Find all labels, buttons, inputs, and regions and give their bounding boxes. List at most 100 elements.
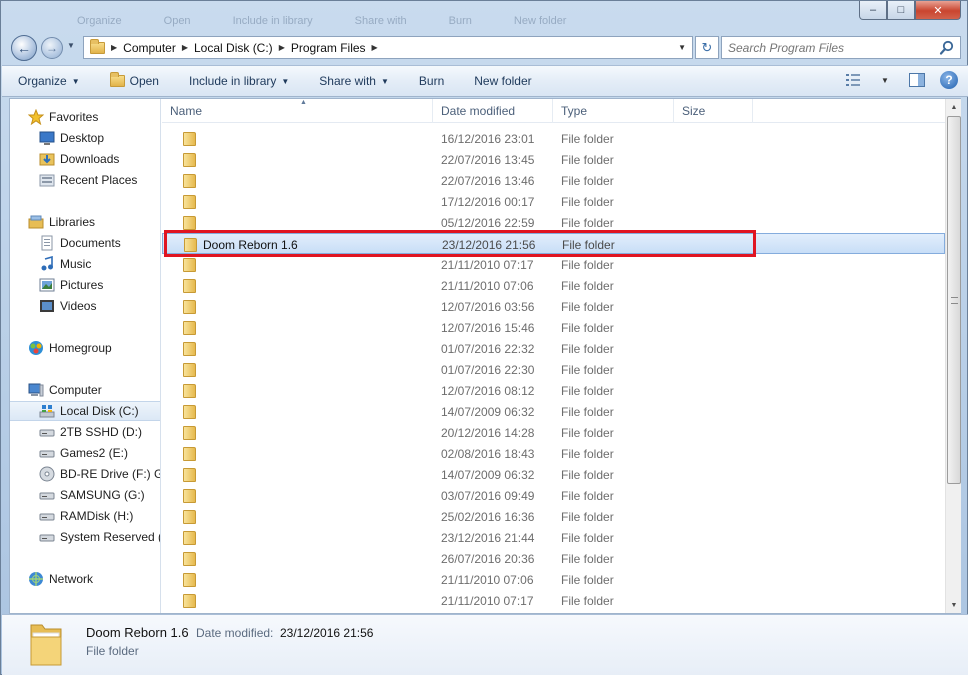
scroll-thumb[interactable]	[947, 116, 961, 484]
file-type: File folder	[561, 321, 614, 335]
sidebar-item-network[interactable]: Network	[10, 569, 160, 589]
breadcrumb-computer[interactable]: Computer	[123, 41, 176, 55]
sidebar-item-desktop[interactable]: Desktop	[10, 128, 160, 148]
search-icon[interactable]	[939, 40, 955, 56]
column-size[interactable]: Size	[674, 99, 753, 123]
address-dropdown-icon[interactable]: ▼	[678, 43, 686, 52]
sidebar-item-homegroup[interactable]: Homegroup	[10, 338, 160, 358]
back-button[interactable]: ←	[11, 35, 37, 61]
sidebar-item-drive[interactable]: 2TB SSHD (D:)	[10, 422, 160, 442]
search-box[interactable]	[721, 36, 961, 59]
table-row[interactable]: 25/02/2016 16:36 File folder	[162, 506, 945, 527]
chevron-down-icon: ▼	[380, 76, 389, 86]
maximize-button[interactable]: □	[887, 1, 915, 20]
vertical-scrollbar[interactable]: ▲ ▼	[945, 99, 961, 613]
sidebar-item-drive[interactable]: Local Disk (C:)	[10, 401, 160, 421]
navigation-label: Network	[49, 572, 94, 586]
sidebar-item-computer[interactable]: Computer	[10, 380, 160, 400]
chevron-right-icon[interactable]: ▶	[279, 43, 285, 52]
table-row[interactable]: 03/07/2016 09:49 File folder	[162, 485, 945, 506]
chevron-right-icon[interactable]: ▶	[182, 43, 188, 52]
table-row[interactable]: 02/08/2016 18:43 File folder	[162, 443, 945, 464]
table-row[interactable]: 21/11/2010 07:17 File folder	[162, 254, 945, 275]
file-date-modified: 14/07/2009 06:32	[441, 405, 535, 419]
table-row[interactable]: 22/07/2016 13:45 File folder	[162, 149, 945, 170]
star-icon	[27, 108, 45, 126]
sidebar-item-music[interactable]: Music	[10, 254, 160, 274]
sidebar-item-favorites[interactable]: Favorites	[10, 107, 160, 127]
sidebar-item-libraries[interactable]: Libraries	[10, 212, 160, 232]
table-row[interactable]: 01/07/2016 22:32 File folder	[162, 338, 945, 359]
file-type: File folder	[561, 510, 614, 524]
address-bar[interactable]: ▶ Computer ▶ Local Disk (C:) ▶ Program F…	[83, 36, 693, 59]
table-row[interactable]: 14/07/2009 06:32 File folder	[162, 401, 945, 422]
ghost-toolbar-item: Open	[163, 15, 191, 27]
sidebar-item-downloads[interactable]: Downloads	[10, 149, 160, 169]
sidebar-item-drive[interactable]: SAMSUNG (G:)	[10, 485, 160, 505]
table-row[interactable]: 23/12/2016 21:44 File folder	[162, 527, 945, 548]
column-date-modified[interactable]: Date modified	[433, 99, 553, 123]
ghost-toolbar-item: Include in library	[232, 15, 313, 27]
table-row[interactable]: 22/07/2016 13:46 File folder	[162, 170, 945, 191]
sidebar-item-videos[interactable]: Videos	[10, 296, 160, 316]
share-with-button[interactable]: Share with ▼	[319, 74, 389, 88]
scroll-up-icon[interactable]: ▲	[946, 99, 962, 115]
table-row[interactable]: 21/11/2010 07:06 File folder	[162, 569, 945, 590]
table-row[interactable]: 12/07/2016 03:56 File folder	[162, 296, 945, 317]
file-type: File folder	[561, 594, 614, 608]
table-row[interactable]: 21/11/2010 07:06 File folder	[162, 275, 945, 296]
column-type[interactable]: Type	[553, 99, 674, 123]
sidebar-item-drive[interactable]: BD-RE Drive (F:) GH	[10, 464, 160, 484]
folder-icon-large	[30, 624, 62, 666]
file-type: File folder	[561, 279, 614, 293]
chevron-right-icon[interactable]: ▶	[111, 43, 117, 52]
table-row[interactable]: 05/12/2016 22:59 File folder	[162, 212, 945, 233]
refresh-button[interactable]: ↻	[695, 36, 719, 59]
sidebar-item-drive[interactable]: Games2 (E:)	[10, 443, 160, 463]
drive-icon	[39, 487, 55, 503]
navigation-label: Homegroup	[49, 341, 112, 355]
forward-button[interactable]: →	[41, 37, 63, 59]
scroll-down-icon[interactable]: ▼	[946, 597, 962, 613]
organize-button[interactable]: Organize ▼	[18, 74, 80, 88]
help-button[interactable]: ?	[940, 71, 958, 89]
chevron-right-icon[interactable]: ▶	[372, 43, 378, 52]
new-folder-button[interactable]: New folder	[474, 74, 531, 88]
close-button[interactable]: ✕	[915, 1, 961, 20]
table-row[interactable]: 21/11/2010 07:17 File folder	[162, 590, 945, 611]
sidebar-item-drive[interactable]: RAMDisk (H:)	[10, 506, 160, 526]
breadcrumb-local-disk[interactable]: Local Disk (C:)	[194, 41, 273, 55]
sidebar-item-documents[interactable]: Documents	[10, 233, 160, 253]
preview-pane-icon	[909, 73, 925, 87]
sidebar-item-pictures[interactable]: Pictures	[10, 275, 160, 295]
preview-pane-button[interactable]	[908, 71, 926, 89]
table-row[interactable]: 12/07/2016 15:46 File folder	[162, 317, 945, 338]
view-dropdown-icon[interactable]: ▼	[876, 71, 894, 89]
sidebar-item-drive[interactable]: System Reserved (I	[10, 527, 160, 547]
table-row[interactable]: 17/12/2016 00:17 File folder	[162, 191, 945, 212]
table-row[interactable]: 26/07/2016 20:36 File folder	[162, 548, 945, 569]
open-button[interactable]: Open	[109, 72, 159, 88]
recent-pages-dropdown[interactable]: ▼	[67, 41, 75, 50]
column-name[interactable]: Name	[162, 99, 433, 123]
breadcrumb-program-files[interactable]: Program Files	[291, 41, 366, 55]
file-date-modified: 23/12/2016 21:56	[442, 238, 536, 252]
table-row[interactable]: 01/07/2016 22:30 File folder	[162, 359, 945, 380]
folder-icon	[183, 447, 196, 461]
table-row[interactable]: Doom Reborn 1.6 23/12/2016 21:56 File fold…	[162, 233, 945, 254]
search-input[interactable]	[728, 40, 933, 55]
file-date-modified: 23/12/2016 21:44	[441, 531, 535, 545]
include-in-library-button[interactable]: Include in library ▼	[189, 74, 289, 88]
burn-button[interactable]: Burn	[419, 74, 444, 88]
table-row[interactable]: 14/07/2009 06:32 File folder	[162, 464, 945, 485]
table-row[interactable]: 20/12/2016 14:28 File folder	[162, 422, 945, 443]
folder-icon	[183, 405, 196, 419]
sidebar-item-recent[interactable]: Recent Places	[10, 170, 160, 190]
navigation-label: Videos	[60, 299, 97, 313]
minimize-button[interactable]: –	[859, 1, 887, 20]
table-row[interactable]: 16/12/2016 23:01 File folder	[162, 128, 945, 149]
file-type: File folder	[561, 216, 614, 230]
file-type: File folder	[561, 195, 614, 209]
table-row[interactable]: 12/07/2016 08:12 File folder	[162, 380, 945, 401]
change-view-button[interactable]	[844, 71, 862, 89]
